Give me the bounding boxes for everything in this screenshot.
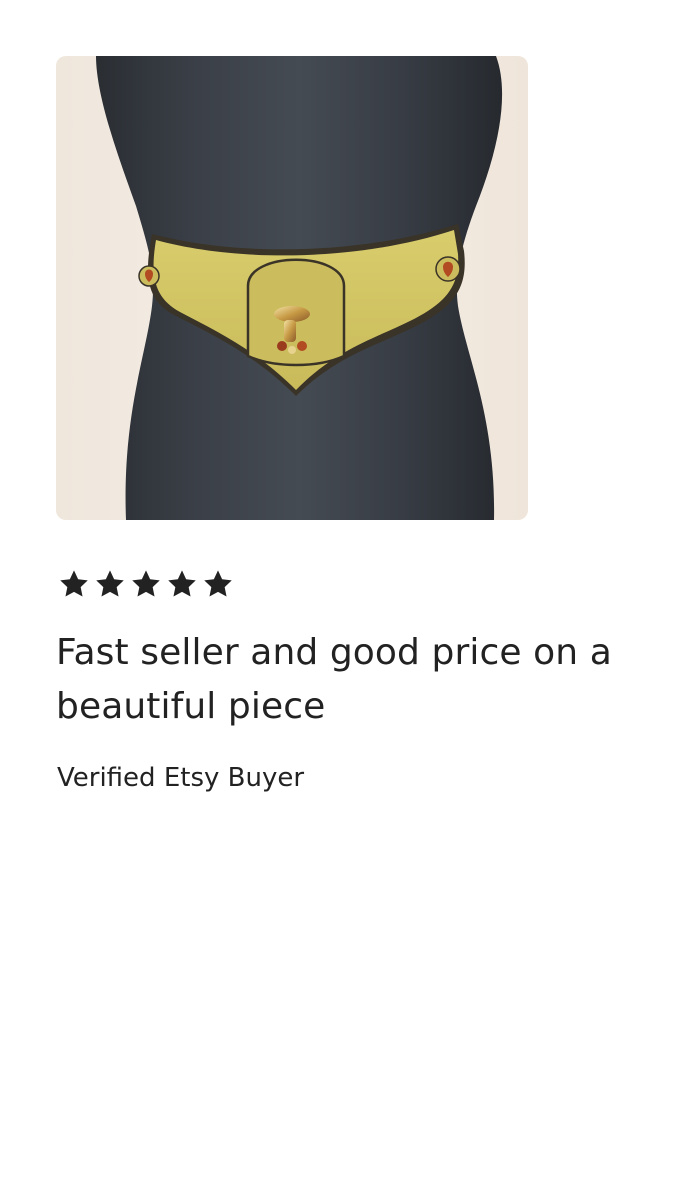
star-icon bbox=[132, 570, 160, 597]
star-icon bbox=[96, 570, 124, 597]
star-rating bbox=[58, 568, 234, 600]
review-title: Fast seller and good price on a beautifu… bbox=[56, 632, 612, 727]
review-product-image[interactable] bbox=[56, 56, 528, 520]
reviewer-name: Verified Etsy Buyer bbox=[57, 763, 305, 793]
star-icon bbox=[168, 570, 196, 597]
product-photo-illustration bbox=[56, 56, 528, 520]
star-icon bbox=[204, 570, 232, 597]
star-icon bbox=[60, 570, 88, 597]
